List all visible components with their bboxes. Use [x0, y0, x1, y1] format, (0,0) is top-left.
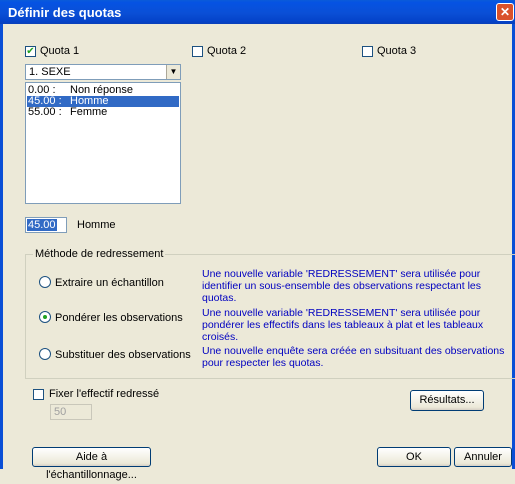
- list-item[interactable]: 55.00 : Femme: [27, 107, 179, 118]
- quota2-label[interactable]: Quota 2: [207, 45, 246, 57]
- chevron-down-icon: ▼: [169, 67, 178, 76]
- variable-select[interactable]: 1. SEXE ▼: [25, 64, 181, 80]
- quota-value-label: Homme: [77, 219, 116, 231]
- dropdown-button[interactable]: ▼: [166, 65, 180, 79]
- cancel-button[interactable]: Annuler: [454, 447, 512, 467]
- quota1-label[interactable]: Quota 1: [40, 45, 79, 57]
- effectif-input[interactable]: 50: [50, 404, 92, 420]
- quota2-checkbox[interactable]: [192, 46, 203, 57]
- quota-listbox[interactable]: 0.00 : Non réponse 45.00 : Homme 55.00 :…: [25, 82, 181, 204]
- close-button[interactable]: ✕: [496, 3, 514, 21]
- results-button[interactable]: Résultats...: [410, 390, 484, 411]
- radio-weight-label[interactable]: Pondérer les observations: [55, 312, 183, 324]
- list-item-label: Femme: [70, 106, 108, 118]
- help-sampling-button[interactable]: Aide à l'échantillonnage...: [32, 447, 151, 481]
- list-item-value: 55.00 :: [28, 106, 62, 118]
- radio-extract-label[interactable]: Extraire un échantillon: [55, 277, 164, 289]
- fix-effectif-checkbox[interactable]: [33, 389, 44, 400]
- radio-weight[interactable]: [39, 311, 51, 323]
- window-frame-left: [0, 24, 3, 469]
- quota-value-text: 45.00: [27, 219, 57, 231]
- radio-substitute[interactable]: [39, 348, 51, 360]
- fix-effectif-label[interactable]: Fixer l'effectif redressé: [49, 388, 159, 400]
- weight-description: Une nouvelle variable 'REDRESSEMENT' ser…: [202, 307, 484, 343]
- checkmark-icon: ✔: [26, 46, 35, 57]
- variable-select-value: 1. SEXE: [29, 66, 71, 78]
- effectif-value: 50: [54, 406, 67, 418]
- quota-value-input[interactable]: 45.00: [25, 217, 67, 233]
- radio-substitute-label[interactable]: Substituer des observations: [55, 349, 191, 361]
- method-legend: Méthode de redressement: [33, 248, 166, 260]
- radio-extract[interactable]: [39, 276, 51, 288]
- ok-button[interactable]: OK: [377, 447, 451, 467]
- substitute-description: Une nouvelle enquête sera créée en subsi…: [202, 345, 505, 369]
- quota3-checkbox[interactable]: [362, 46, 373, 57]
- window-title: Définir des quotas: [8, 5, 122, 20]
- extract-description: Une nouvelle variable 'REDRESSEMENT' ser…: [202, 268, 481, 304]
- quota3-label[interactable]: Quota 3: [377, 45, 416, 57]
- quota1-checkbox[interactable]: ✔: [25, 46, 36, 57]
- close-icon: ✕: [499, 5, 511, 19]
